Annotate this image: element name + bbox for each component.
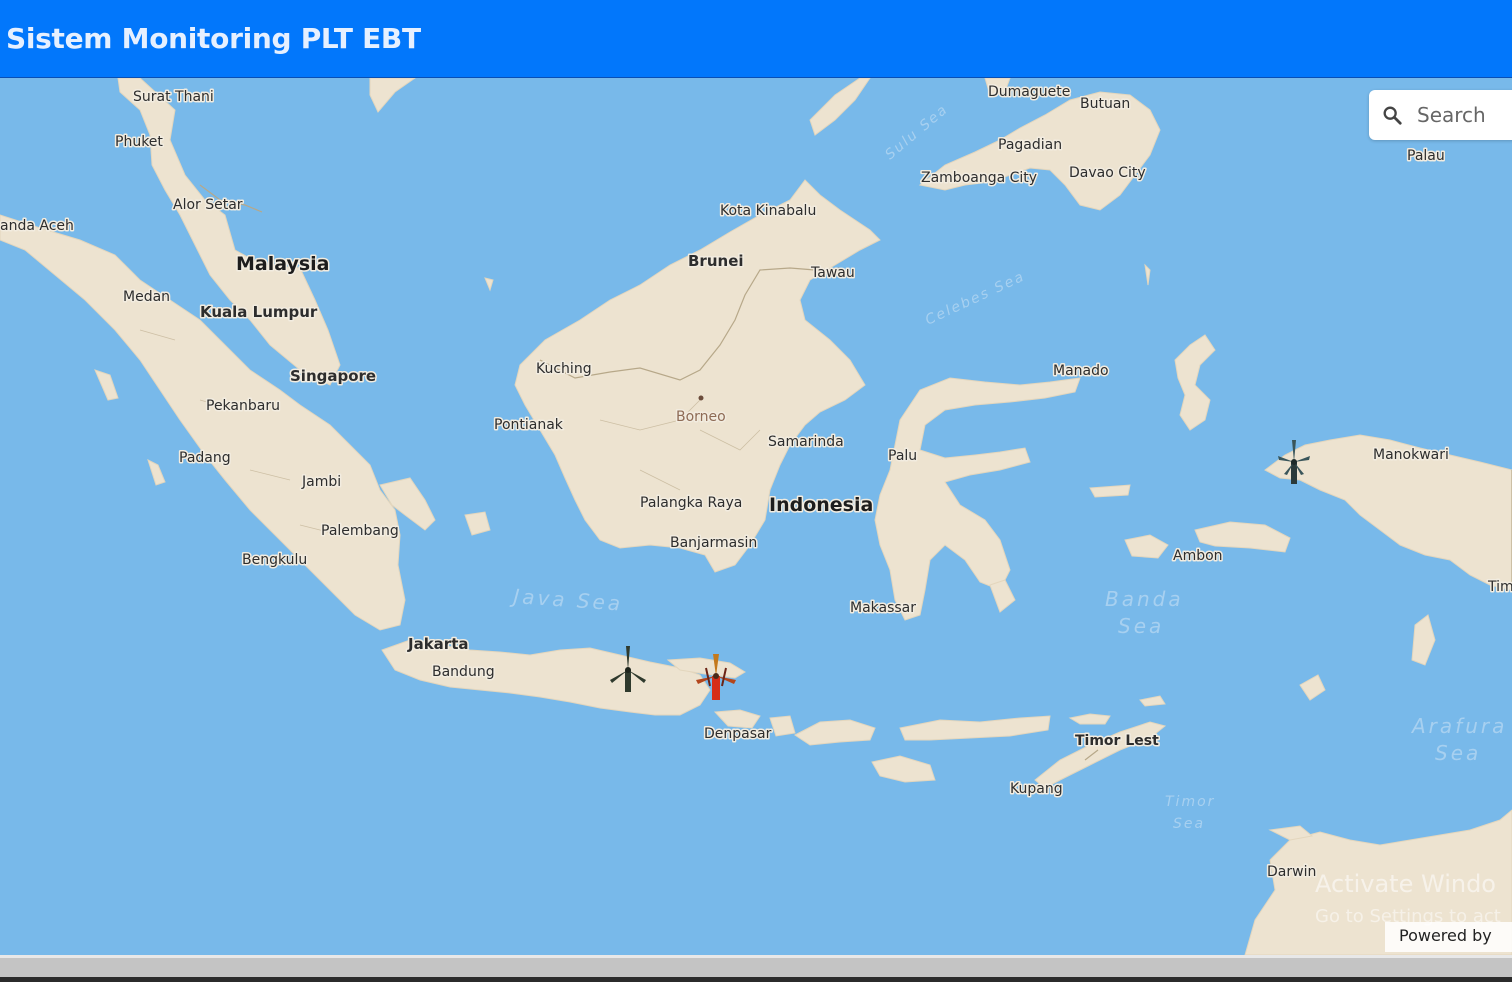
taskbar-edge (0, 977, 1512, 982)
label-kuching: Kuching (536, 361, 592, 377)
borneo-dot (698, 395, 704, 401)
map-attribution[interactable]: Powered by (1385, 922, 1512, 952)
sea-sulu: Sulu Sea (882, 101, 951, 163)
label-tawau: Tawau (810, 265, 855, 281)
label-bandung: Bandung (432, 664, 495, 680)
land-buru (1124, 534, 1169, 559)
label-butuan: Butuan (1080, 96, 1130, 112)
label-singapore: Singapore (290, 367, 376, 385)
attribution-text: Powered by (1399, 926, 1492, 945)
land-sumbawa (794, 719, 876, 746)
sea-arafura-2: Sea (1435, 741, 1481, 765)
sea-banda-1: Banda (1105, 587, 1184, 611)
label-pontianak: Pontianak (494, 417, 564, 433)
label-ambon: Ambon (1173, 548, 1223, 564)
label-alor-setar: Alor Setar (173, 197, 243, 213)
land-nias (94, 369, 119, 401)
label-jambi: Jambi (301, 474, 341, 490)
label-pekanbaru: Pekanbaru (206, 398, 280, 414)
land-aru (1411, 614, 1436, 666)
label-bengkulu: Bengkulu (242, 552, 307, 568)
sea-arafura-1: Arafura (1410, 714, 1507, 738)
land-wetar (1139, 695, 1166, 707)
label-malaysia: Malaysia (236, 253, 330, 275)
sea-celebes: Celebes Sea (923, 268, 1028, 328)
label-kupang: Kupang (1010, 781, 1063, 797)
land-lombok (769, 715, 796, 737)
search-box[interactable] (1369, 90, 1512, 140)
label-timor-leste: Timor Lest (1075, 733, 1159, 749)
label-kuala-lumpur: Kuala Lumpur (200, 303, 318, 321)
label-brunei: Brunei (688, 252, 744, 270)
sea-banda-2: Sea (1118, 614, 1164, 638)
app-header: Sistem Monitoring PLT EBT (0, 0, 1512, 78)
land-buton (989, 579, 1016, 613)
label-banjarmasin: Banjarmasin (670, 535, 757, 551)
map-canvas[interactable]: Surat Thani Phuket Alor Setar anda Aceh … (0, 78, 1512, 955)
label-tim: Tim (1487, 579, 1512, 595)
land-thai-north (369, 78, 416, 113)
land-halmahera (1174, 334, 1216, 431)
map-svg[interactable]: Surat Thani Phuket Alor Setar anda Aceh … (0, 78, 1512, 955)
land-alor (1068, 713, 1111, 725)
search-input[interactable] (1415, 102, 1512, 128)
land-timor (1034, 721, 1167, 789)
windows-activation-watermark: Activate Windo (1315, 870, 1496, 898)
label-kota-kinabalu: Kota Kinabalu (720, 203, 816, 219)
label-manado: Manado (1053, 363, 1109, 379)
land-sulawesi (874, 377, 1081, 621)
label-padang: Padang (179, 450, 231, 466)
land-siberut (147, 459, 166, 486)
label-davao: Davao City (1069, 165, 1146, 181)
label-jakarta: Jakarta (407, 635, 469, 653)
search-icon (1383, 106, 1402, 125)
land-sumatra (0, 214, 406, 631)
land-sumba (871, 755, 936, 783)
label-pagadian: Pagadian (998, 137, 1062, 153)
land-palawan (809, 78, 871, 136)
land-belitung (464, 511, 491, 536)
label-surat-thani: Surat Thani (133, 89, 214, 105)
label-zamboanga: Zamboanga City (921, 170, 1037, 186)
label-manokwari: Manokwari (1373, 447, 1449, 463)
label-borneo: Borneo (676, 409, 726, 425)
label-samarinda: Samarinda (768, 434, 844, 450)
sea-timor-2: Sea (1173, 816, 1205, 832)
sea-timor-1: Timor (1165, 794, 1215, 810)
land-flores (899, 715, 1051, 741)
label-palau: Palau (1407, 148, 1445, 164)
label-indonesia: Indonesia (769, 494, 873, 516)
label-dumaguete: Dumaguete (988, 84, 1070, 100)
label-palangka-raya: Palangka Raya (640, 495, 742, 511)
label-palembang: Palembang (321, 523, 399, 539)
label-darwin: Darwin (1267, 864, 1316, 880)
label-makassar: Makassar (850, 600, 916, 616)
sea-java: Java Sea (509, 584, 624, 616)
app-title: Sistem Monitoring PLT EBT (6, 22, 421, 55)
label-phuket: Phuket (115, 134, 163, 150)
label-medan: Medan (123, 289, 170, 305)
land-tanimbar (1299, 674, 1326, 701)
label-denpasar: Denpasar (704, 726, 772, 742)
land-sangihe (1144, 263, 1151, 286)
land-sula (1089, 484, 1131, 498)
label-banda-aceh: anda Aceh (0, 218, 74, 234)
land-natuna (484, 277, 494, 292)
label-palu: Palu (888, 448, 917, 464)
